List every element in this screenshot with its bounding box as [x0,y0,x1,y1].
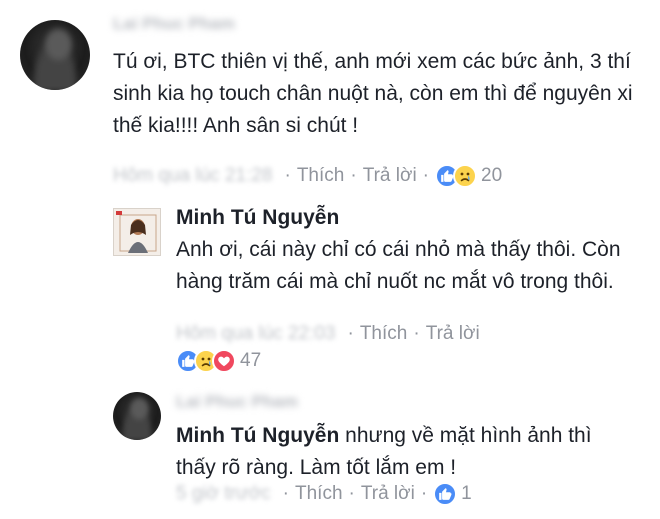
separator: · [348,483,355,504]
author-name[interactable]: Minh Tú Nguyễn [176,202,339,234]
reply-link[interactable]: Trả lời [361,483,415,505]
reply-link[interactable]: Trả lời [426,323,480,345]
comment-text: Anh ơi, cái này chỉ có cái nhỏ mà thấy t… [176,238,621,293]
reactions[interactable]: 47 [176,349,261,373]
reply-link[interactable]: Trả lời [363,165,417,187]
avatar[interactable] [113,392,161,440]
comment-meta: 5 giờ trước · Thích · Trả lời · 1 [176,482,472,506]
separator: · [422,165,429,186]
separator: · [350,165,357,186]
separator: · [420,483,428,504]
separator: · [413,323,420,344]
avatar[interactable] [113,208,161,256]
comment-text: Tú ơi, BTC thiên vị thế, anh mới xem các… [113,50,633,137]
sad-face-icon [453,164,477,188]
separator: · [284,165,291,186]
timestamp[interactable]: Hôm qua lúc 22:03 [176,323,336,345]
reactions[interactable]: 20 [435,164,502,188]
separator: · [347,323,354,344]
reactions-row: 47 [176,349,261,373]
heart-icon [212,349,236,373]
avatar[interactable] [20,20,90,90]
comment-meta: Hôm qua lúc 21:28 · Thích · Trả lời · 20 [113,164,502,188]
like-link[interactable]: Thích [295,483,343,505]
author-name[interactable]: Lai Phuc Pham [113,14,235,34]
thumbs-up-icon [433,482,458,506]
like-link[interactable]: Thích [360,323,408,345]
author-name[interactable]: Lai Phuc Pham [176,392,298,412]
reaction-count: 20 [481,165,503,186]
reaction-count: 1 [461,483,472,504]
profile-photo-icon [114,209,160,255]
timestamp[interactable]: Hôm qua lúc 21:28 [113,165,273,187]
mention-link[interactable]: Minh Tú Nguyễn [176,424,339,447]
reactions[interactable]: 1 [433,482,472,506]
separator: · [282,483,289,504]
reaction-count: 47 [240,350,262,371]
comment-meta: Hôm qua lúc 22:03 · Thích · Trả lời [176,323,480,345]
timestamp[interactable]: 5 giờ trước [176,483,271,505]
comment-text: Minh Tú Nguyễn nhưng về mặt hình ảnh thì… [176,420,636,484]
like-link[interactable]: Thích [297,165,345,187]
